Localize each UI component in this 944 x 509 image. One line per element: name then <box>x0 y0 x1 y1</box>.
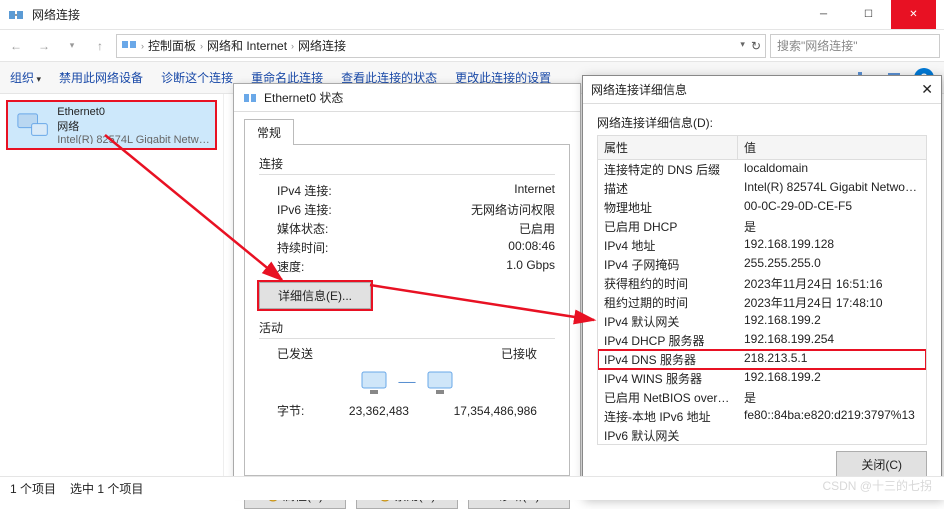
toolbar-organize[interactable]: 组织 <box>10 69 41 86</box>
maximize-button[interactable]: ☐ <box>846 0 891 29</box>
tab-content: 连接 IPv4 连接:InternetIPv6 连接:无网络访问权限媒体状态:已… <box>244 144 570 476</box>
chevron-right-icon: › <box>200 41 203 51</box>
minimize-button[interactable]: ─ <box>801 0 846 29</box>
close-button[interactable]: 关闭(C) <box>836 451 927 478</box>
watermark: CSDN @十三的七拐 <box>822 477 932 494</box>
up-button[interactable]: ↑ <box>88 34 112 58</box>
details-button[interactable]: 详细信息(E)... <box>259 282 371 309</box>
folder-icon <box>121 36 137 55</box>
titlebar: 网络连接 ─ ☐ ✕ <box>0 0 944 30</box>
property-row[interactable]: IPv4 默认网关192.168.199.2 <box>598 312 926 331</box>
crumb-leaf[interactable]: 网络连接 <box>298 37 346 54</box>
search-placeholder: 搜索"网络连接" <box>777 37 858 54</box>
detail-label: 网络连接详细信息(D): <box>597 114 927 131</box>
history-dropdown-icon[interactable]: ▾ <box>740 39 745 53</box>
tab-general[interactable]: 常规 <box>244 119 294 145</box>
col-property[interactable]: 属性 <box>598 136 738 159</box>
property-row[interactable]: IPv4 DNS 服务器218.213.5.1 <box>598 350 926 369</box>
group-activity: 活动 <box>259 319 555 339</box>
back-button[interactable]: ← <box>4 34 28 58</box>
property-row[interactable]: 租约过期的时间2023年11月24日 17:48:10 <box>598 293 926 312</box>
col-value[interactable]: 值 <box>738 136 762 159</box>
property-row[interactable]: IPv4 WINS 服务器192.168.199.2 <box>598 369 926 388</box>
forward-button[interactable]: → <box>32 34 56 58</box>
property-list[interactable]: 属性 值 连接特定的 DNS 后缀localdomain描述Intel(R) 8… <box>597 135 927 445</box>
property-row[interactable]: 已启用 DHCP是 <box>598 217 926 236</box>
bytes-recv: 17,354,486,986 <box>454 404 537 418</box>
chevron-right-icon: › <box>291 41 294 51</box>
close-button[interactable]: ✕ <box>891 0 936 29</box>
history-dropdown[interactable]: ▾ <box>60 34 84 58</box>
computer-icon <box>424 368 456 396</box>
group-connection: 连接 <box>259 155 555 175</box>
search-input[interactable]: 搜索"网络连接" <box>770 34 940 58</box>
crumb-root[interactable]: 控制面板 <box>148 37 196 54</box>
status-row: 媒体状态:已启用 <box>259 219 555 238</box>
adapter-status: 网络 <box>57 118 211 134</box>
crumb-mid[interactable]: 网络和 Internet <box>207 37 287 54</box>
arrow-icon: ── <box>398 375 415 389</box>
adapter-item[interactable]: Ethernet0 网络 Intel(R) 82574L Gigabit Net… <box>6 100 217 150</box>
toolbar-disable[interactable]: 禁用此网络设备 <box>59 69 143 86</box>
toolbar-diagnose[interactable]: 诊断这个连接 <box>161 69 233 86</box>
property-row[interactable]: IPv4 子网掩码255.255.255.0 <box>598 255 926 274</box>
status-dialog: Ethernet0 状态 常规 连接 IPv4 连接:InternetIPv6 … <box>233 83 581 491</box>
bytes-label: 字节: <box>277 402 304 419</box>
status-row: IPv6 连接:无网络访问权限 <box>259 200 555 219</box>
status-row: 持续时间:00:08:46 <box>259 238 555 257</box>
app-icon <box>8 7 24 23</box>
property-row[interactable]: 物理地址00-0C-29-0D-CE-F5 <box>598 198 926 217</box>
close-icon[interactable]: ✕ <box>921 81 933 98</box>
computer-icon <box>358 368 390 396</box>
refresh-icon[interactable]: ↻ <box>751 39 761 53</box>
property-row[interactable]: 获得租约的时间2023年11月24日 16:51:16 <box>598 274 926 293</box>
property-row[interactable]: IPv6 默认网关 <box>598 426 926 445</box>
property-row[interactable]: 连接-本地 IPv6 地址fe80::84ba:e820:d219:3797%1… <box>598 407 926 426</box>
detail-title: 网络连接详细信息 <box>591 81 687 98</box>
recv-label: 已接收 <box>501 345 537 362</box>
status-row: IPv4 连接:Internet <box>259 181 555 200</box>
item-count: 1 个项目 <box>10 480 56 497</box>
property-row[interactable]: 已启用 NetBIOS over Tcpip是 <box>598 388 926 407</box>
detail-dialog-titlebar[interactable]: 网络连接详细信息 ✕ <box>583 76 941 104</box>
detail-dialog: 网络连接详细信息 ✕ 网络连接详细信息(D): 属性 值 连接特定的 DNS 后… <box>582 75 942 499</box>
property-row[interactable]: IPv4 DHCP 服务器192.168.199.254 <box>598 331 926 350</box>
address-bar: ← → ▾ ↑ › 控制面板 › 网络和 Internet › 网络连接 ▾ ↻… <box>0 30 944 62</box>
dialog-icon <box>242 90 258 106</box>
breadcrumb[interactable]: › 控制面板 › 网络和 Internet › 网络连接 ▾ ↻ <box>116 34 766 58</box>
adapter-icon <box>12 106 51 144</box>
chevron-right-icon: › <box>141 41 144 51</box>
status-title: Ethernet0 状态 <box>264 89 343 106</box>
selection-count: 选中 1 个项目 <box>70 480 143 497</box>
adapter-desc: Intel(R) 82574L Gigabit Netwo... <box>57 134 211 144</box>
status-dialog-titlebar[interactable]: Ethernet0 状态 <box>234 84 580 112</box>
bytes-sent: 23,362,483 <box>349 404 409 418</box>
property-row[interactable]: IPv4 地址192.168.199.128 <box>598 236 926 255</box>
adapter-list: Ethernet0 网络 Intel(R) 82574L Gigabit Net… <box>0 94 224 476</box>
property-row[interactable]: 描述Intel(R) 82574L Gigabit Network Connec… <box>598 179 926 198</box>
statusbar: 1 个项目 选中 1 个项目 <box>0 476 944 500</box>
window-title: 网络连接 <box>32 6 80 23</box>
status-row: 速度:1.0 Gbps <box>259 257 555 276</box>
sent-label: 已发送 <box>277 345 313 362</box>
adapter-name: Ethernet0 <box>57 106 211 118</box>
property-row[interactable]: 连接特定的 DNS 后缀localdomain <box>598 160 926 179</box>
